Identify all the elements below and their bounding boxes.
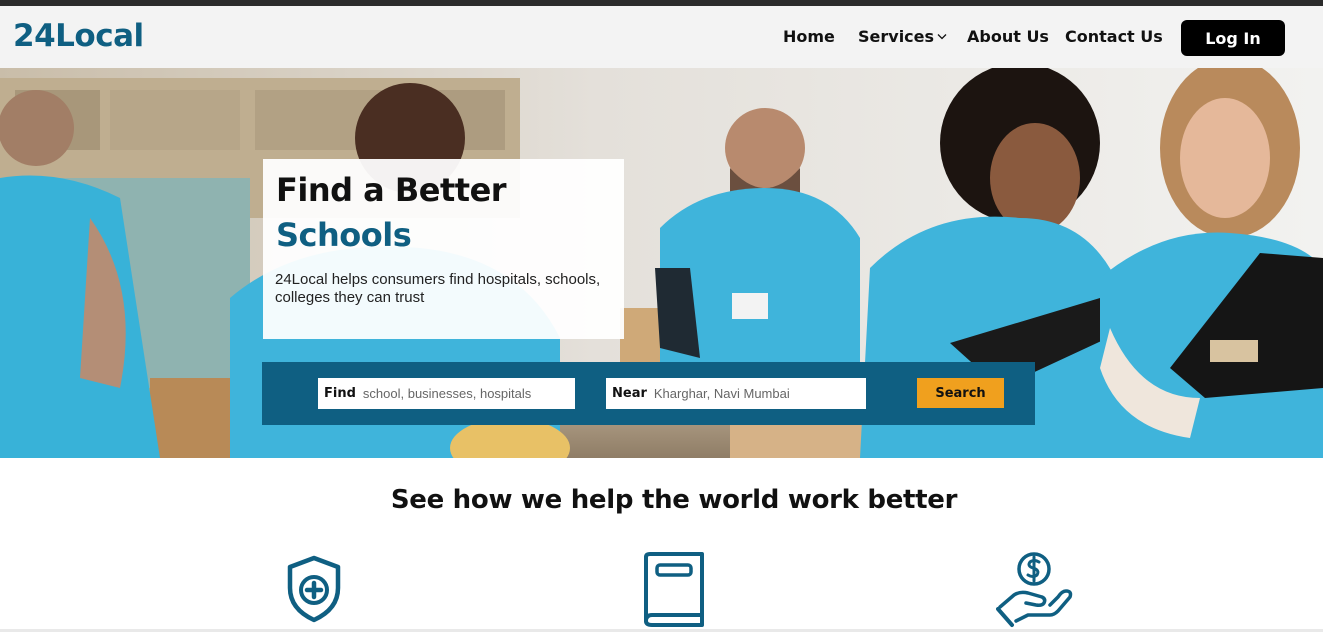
search-bar: Find Near Search: [262, 362, 1035, 425]
nav-about-link[interactable]: About Us: [967, 27, 1049, 46]
hero-card: Find a Better Schools 24Local helps cons…: [263, 159, 624, 339]
near-input[interactable]: [653, 386, 834, 401]
shield-plus-icon: [287, 555, 341, 623]
navbar: 24Local Home Services About Us Contact U…: [0, 6, 1323, 68]
nav-services-link[interactable]: Services: [858, 27, 947, 46]
near-field[interactable]: Near: [606, 378, 866, 409]
chevron-down-icon: [937, 33, 947, 39]
nav-services-label: Services: [858, 27, 935, 46]
search-button[interactable]: Search: [917, 378, 1004, 408]
hero-description: 24Local helps consumers find hospitals, …: [275, 271, 601, 306]
section-title: See how we help the world work better: [390, 485, 958, 515]
find-label: Find: [324, 386, 356, 401]
login-button[interactable]: Log In: [1181, 20, 1285, 56]
hand-dollar-icon: [996, 552, 1073, 627]
logo[interactable]: 24Local: [13, 18, 144, 54]
nav-home-link[interactable]: Home: [783, 27, 835, 46]
book-icon: [644, 552, 704, 627]
near-label: Near: [612, 386, 647, 401]
find-field[interactable]: Find: [318, 378, 575, 409]
hero-section: Find a Better Schools 24Local helps cons…: [0, 68, 1323, 458]
nav-contact-link[interactable]: Contact Us: [1065, 27, 1163, 46]
hero-title: Find a Better: [276, 171, 507, 209]
hero-title-highlight: Schools: [276, 216, 412, 254]
find-input[interactable]: [362, 386, 543, 401]
